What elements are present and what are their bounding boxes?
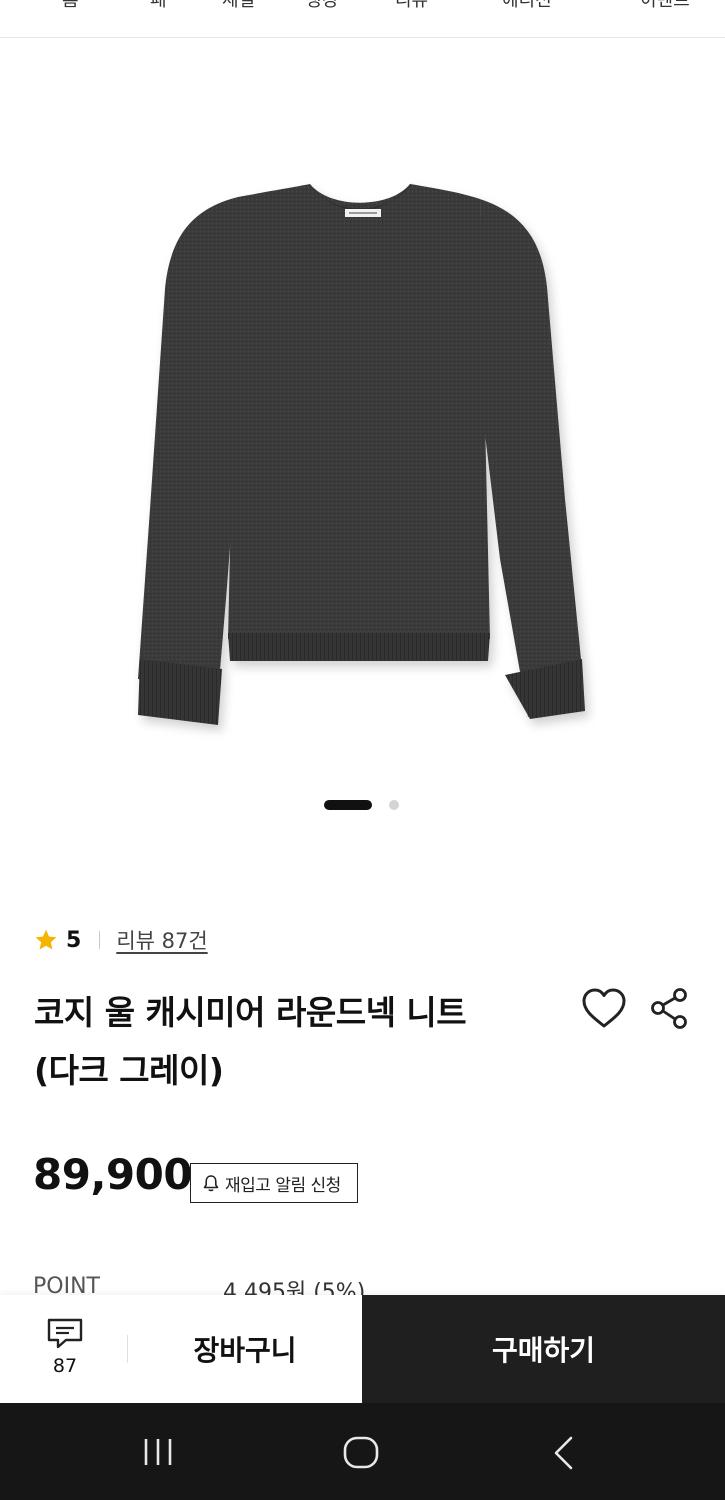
back-icon xyxy=(554,1436,573,1470)
top-nav: 홈 패 세일 랭킹 리뷰 에디션 이벤트 xyxy=(0,0,725,38)
star-icon xyxy=(34,928,58,952)
nav-item-event[interactable]: 이벤트 xyxy=(640,0,690,11)
product-price: 89,900 xyxy=(33,1150,193,1199)
home-icon xyxy=(343,1436,379,1469)
system-nav-bar xyxy=(0,1403,725,1500)
carousel-dot[interactable] xyxy=(389,800,399,810)
nav-item-review[interactable]: 리뷰 xyxy=(395,0,428,11)
reviews-button[interactable]: 87 xyxy=(30,1315,100,1385)
add-to-cart-button[interactable]: 장바구니 xyxy=(128,1295,362,1403)
nav-item-2[interactable]: 패 xyxy=(150,0,167,11)
product-image[interactable] xyxy=(0,39,725,779)
divider xyxy=(99,931,101,949)
buy-now-button[interactable]: 구매하기 xyxy=(362,1295,725,1403)
share-button[interactable] xyxy=(648,986,692,1032)
restock-alert-button[interactable]: 재입고 알림 신청 xyxy=(190,1163,358,1203)
message-icon xyxy=(47,1318,83,1349)
home-button[interactable] xyxy=(336,1431,386,1475)
recents-icon xyxy=(144,1439,172,1465)
recents-button[interactable] xyxy=(133,1431,183,1475)
nav-item-home[interactable]: 홈 xyxy=(62,0,79,11)
sweater-image xyxy=(138,183,585,725)
restock-alert-label: 재입고 알림 신청 xyxy=(225,1175,341,1196)
bottom-action-bar: 87 장바구니 구매하기 xyxy=(0,1295,725,1403)
rating-row: 5 리뷰 87건 xyxy=(34,925,208,955)
review-count: 87 xyxy=(52,1355,78,1377)
rating-score: 5 xyxy=(66,927,82,953)
carousel-dot-active[interactable] xyxy=(324,800,372,810)
product-title: 코지 울 캐시미어 라운드넥 니트 (다크 그레이) xyxy=(34,984,554,1100)
share-icon xyxy=(651,988,687,1029)
bell-icon xyxy=(203,1175,219,1192)
nav-item-sale[interactable]: 세일 xyxy=(222,0,255,11)
product-title-line2: (다크 그레이) xyxy=(34,1051,224,1090)
heart-icon xyxy=(582,988,626,1028)
review-link[interactable]: 리뷰 87건 xyxy=(116,925,207,955)
nav-item-edition[interactable]: 에디션 xyxy=(502,0,552,11)
product-title-line1: 코지 울 캐시미어 라운드넥 니트 xyxy=(34,993,467,1032)
nav-item-ranking[interactable]: 랭킹 xyxy=(305,0,338,11)
wishlist-button[interactable] xyxy=(580,986,628,1032)
back-button[interactable] xyxy=(540,1431,590,1475)
